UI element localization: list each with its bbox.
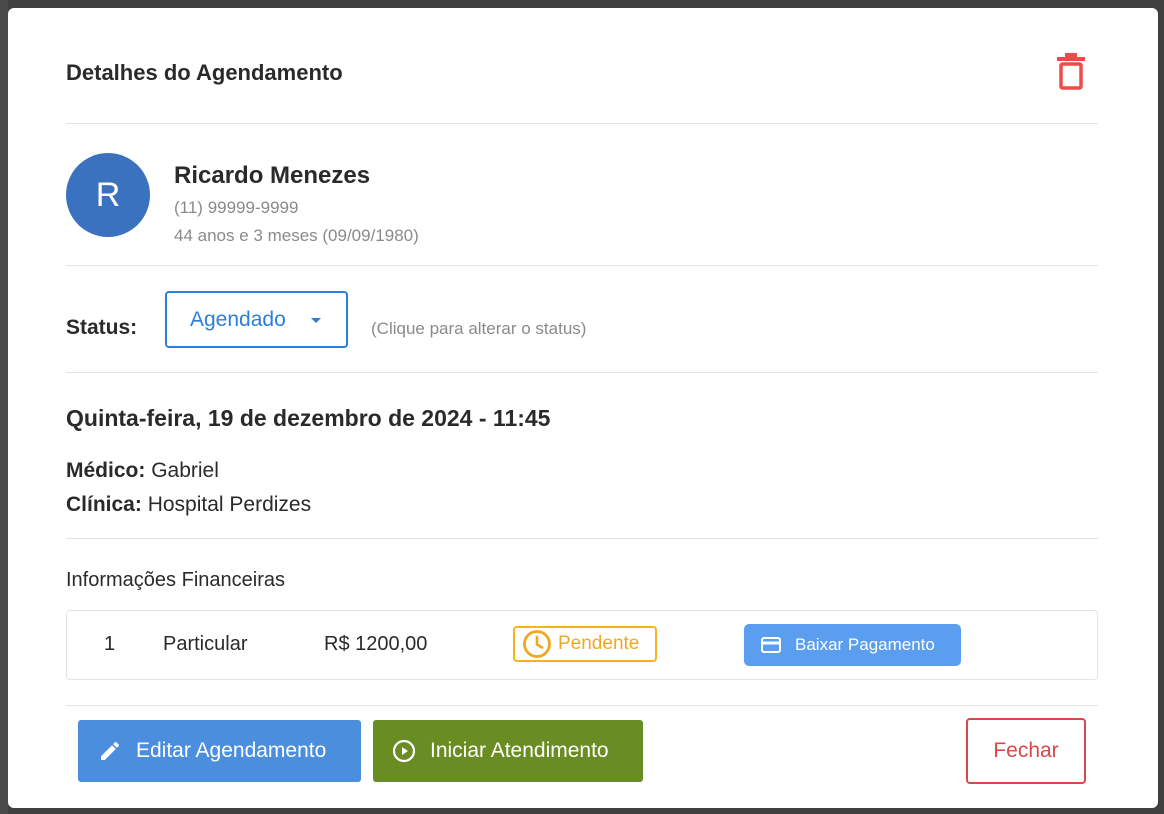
status-hint: (Clique para alterar o status) [371,319,587,338]
status-label: Status: [66,316,138,339]
clinic-label: Clínica: [66,493,142,516]
appointment-info: Quinta-feira, 19 de dezembro de 2024 - 1… [66,373,1098,539]
trash-icon [1057,53,1085,90]
edit-appointment-label: Editar Agendamento [136,739,327,762]
payment-status-text: Pendente [558,633,640,654]
patient-info: R Ricardo Menezes (11) 99999-9999 44 ano… [66,124,1098,266]
payment-type: Particular [163,633,248,655]
pencil-icon [101,741,120,760]
clinic-name: Hospital Perdizes [147,493,312,516]
doctor-name: Gabriel [151,459,219,482]
edit-appointment-button[interactable]: Editar Agendamento [78,720,361,782]
delete-appointment-button[interactable] [1056,52,1086,90]
financial-table: 1 Particular R$ 1200,00 Pendente Baixar … [66,610,1098,680]
register-payment-label: Baixar Pagamento [795,635,935,654]
appointment-datetime: Quinta-feira, 19 de dezembro de 2024 - 1… [66,405,551,431]
modal-title: Detalhes do Agendamento [66,60,343,85]
patient-name: Ricardo Menezes [174,162,371,189]
patient-age: 44 anos e 3 meses (09/09/1980) [174,226,419,245]
clinic-line: Clínica: Hospital Perdizes [66,493,311,517]
close-button[interactable]: Fechar [966,718,1086,784]
credit-card-icon [761,637,781,653]
avatar: R [66,153,150,237]
clock-icon [523,630,551,658]
register-payment-button[interactable]: Baixar Pagamento [744,624,961,666]
doctor-label: Médico: [66,459,146,482]
start-consultation-button[interactable]: Iniciar Atendimento [373,720,643,782]
status-row: Status: Agendado (Clique para alterar o … [66,266,1098,373]
payment-status-badge: Pendente [513,626,657,662]
play-circle-icon [392,739,416,763]
appointment-details-modal: Detalhes do Agendamento R Ricardo Meneze… [8,8,1158,808]
patient-phone: (11) 99999-9999 [174,198,299,217]
status-dropdown[interactable]: Agendado [165,291,348,348]
caret-down-icon [311,318,321,323]
modal-backdrop[interactable] [0,0,8,814]
payment-index: 1 [104,633,116,655]
doctor-line: Médico: Gabriel [66,459,219,483]
start-consultation-label: Iniciar Atendimento [430,739,609,762]
financial-title: Informações Financeiras [66,569,285,591]
status-value: Agendado [190,307,286,331]
modal-header: Detalhes do Agendamento [66,8,1098,124]
footer-divider [66,705,1098,706]
payment-amount: R$ 1200,00 [324,633,428,655]
close-label: Fechar [993,739,1059,762]
